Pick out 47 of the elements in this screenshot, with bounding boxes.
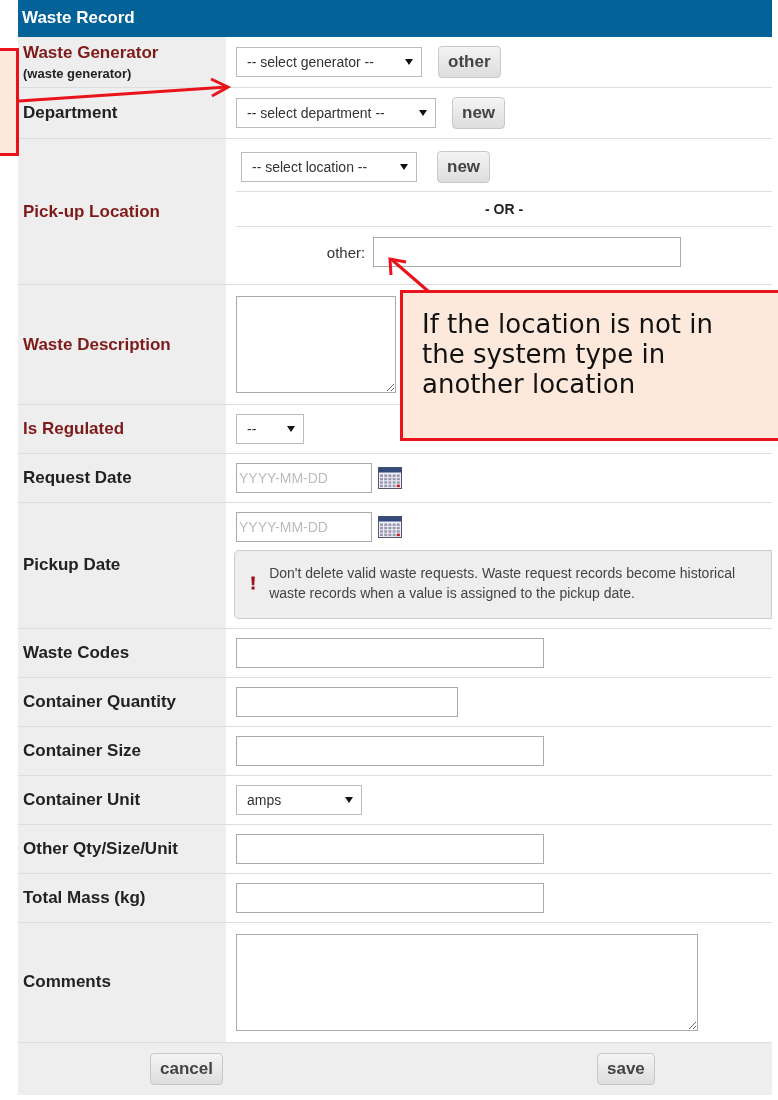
callout-text: If the location is not in the system type in another location <box>422 309 715 400</box>
description-textarea[interactable] <box>236 296 396 393</box>
field-label: Pick-up Location <box>23 201 161 222</box>
text-input[interactable] <box>236 637 544 668</box>
cancel-button[interactable]: cancel <box>150 1052 223 1085</box>
caret-icon <box>419 110 427 116</box>
new-button[interactable]: new <box>452 97 506 129</box>
date-input[interactable]: YYYY-MM-DD <box>236 463 372 493</box>
calendar-icon[interactable] <box>378 467 402 489</box>
field-label: Comments <box>23 972 112 993</box>
other-location-input[interactable] <box>373 237 682 267</box>
text-input[interactable] <box>236 735 544 766</box>
form-title: Waste Record <box>18 0 772 37</box>
caret-icon <box>405 59 413 65</box>
warning-text: Don't delete valid waste requests. Waste request records become historical waste records when a value is assigned to the pickup date. <box>269 564 737 604</box>
other-label: other: <box>326 243 366 261</box>
field-label: Pickup Date <box>23 555 122 576</box>
field-label: Is Regulated <box>23 419 126 439</box>
text-input[interactable] <box>236 882 544 913</box>
comments-textarea[interactable] <box>236 933 698 1031</box>
field-sublabel: (waste generator) <box>23 66 133 81</box>
dropdown[interactable]: -- select department -- <box>236 98 436 128</box>
new-button[interactable]: new <box>437 151 491 183</box>
field-label: Waste Generator <box>23 43 160 63</box>
field-label: Total Mass (kg) <box>23 887 147 908</box>
caret-icon <box>400 164 408 170</box>
field-label: Container Quantity <box>23 691 177 712</box>
text-input[interactable] <box>236 686 458 717</box>
field-label: Container Size <box>23 740 143 761</box>
field-label: Department <box>23 103 119 123</box>
field-label: Other Qty/Size/Unit <box>23 838 179 859</box>
caret-icon <box>287 426 295 432</box>
dropdown[interactable]: -- select generator -- <box>236 47 422 77</box>
location-dropdown[interactable]: -- select location -- <box>241 152 417 182</box>
date-input[interactable]: YYYY-MM-DD <box>236 512 372 542</box>
or-separator: - OR - <box>484 200 524 219</box>
dropdown[interactable]: amps <box>236 784 362 815</box>
save-button[interactable]: save <box>597 1052 655 1085</box>
field-label: Request Date <box>23 468 133 488</box>
dropdown[interactable]: -- <box>236 414 304 444</box>
caret-icon <box>345 796 353 803</box>
other-button[interactable]: other <box>438 46 501 78</box>
field-label: Waste Description <box>23 334 172 355</box>
text-input[interactable] <box>236 833 544 864</box>
calendar-icon[interactable] <box>378 516 402 538</box>
field-label: Waste Codes <box>23 642 131 663</box>
field-label: Container Unit <box>23 789 142 810</box>
